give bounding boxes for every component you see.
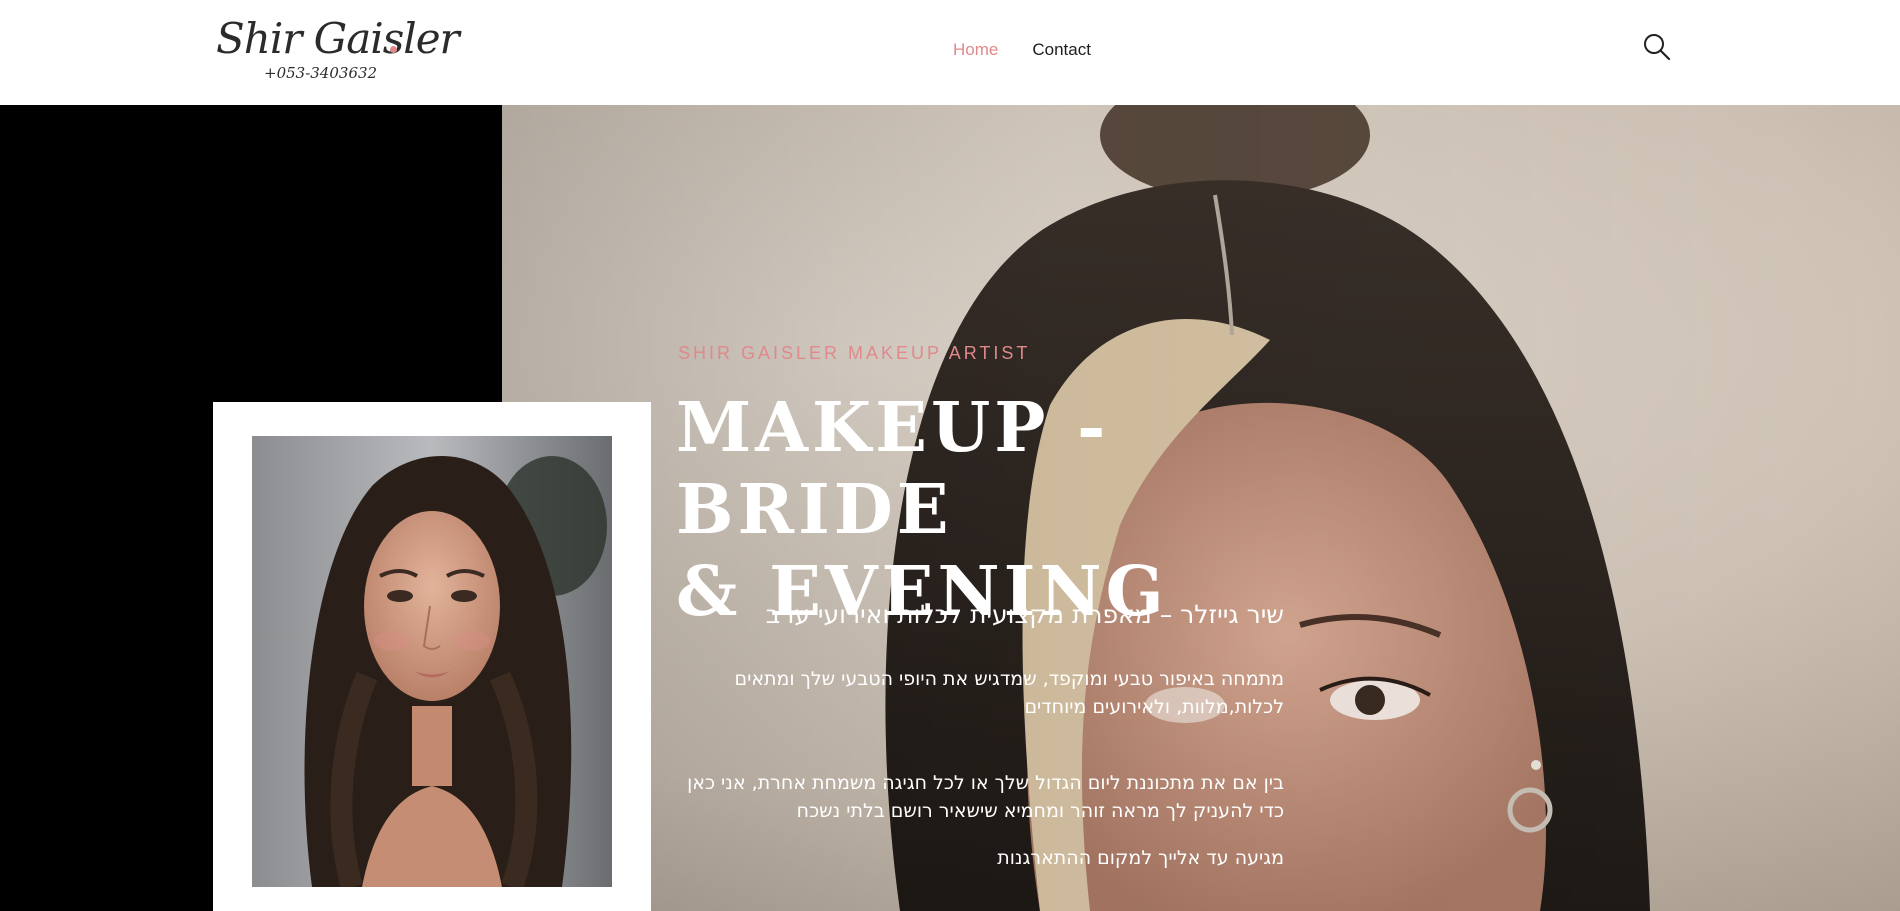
logo-name: Shir Gaisler [216,14,460,63]
nav-contact[interactable]: Contact [1032,40,1091,60]
hero-title: MAKEUP - BRIDE & EVENING [676,387,1296,633]
logo-phone: +053-3403632 [264,64,378,82]
hero-title-line1: MAKEUP - BRIDE [676,388,1110,550]
portrait-photo [252,436,612,887]
search-icon [1644,34,1671,61]
logo-dot [390,46,397,53]
site-header: Shir Gaisler +053-3403632 Home Contact [0,0,1900,105]
search-button[interactable] [1642,32,1672,62]
portrait-card [213,402,651,911]
hero-paragraph-1: מתמחה באיפור טבעי ומוקפד, שמדגיש את היופ… [734,668,1284,718]
hero-eyebrow: SHIR GAISLER MAKEUP ARTIST [678,343,1031,363]
hero-section: SHIR GAISLER MAKEUP ARTIST MAKEUP - BRID… [0,105,1900,911]
hero-paragraph-3: מגיעה עד אלייך למקום ההתארגנות [997,847,1284,869]
nav-home[interactable]: Home [953,40,998,60]
hero-paragraph-2: בין אם את מתכוננת ליום הגדול שלך או לכל … [687,772,1284,822]
main-nav: Home Contact [953,40,1091,60]
hero-subheading: שיר גייזלר – מאפרת מקצועית לכלות ואירועי… [765,600,1284,629]
site-logo[interactable]: Shir Gaisler +053-3403632 [216,14,460,86]
